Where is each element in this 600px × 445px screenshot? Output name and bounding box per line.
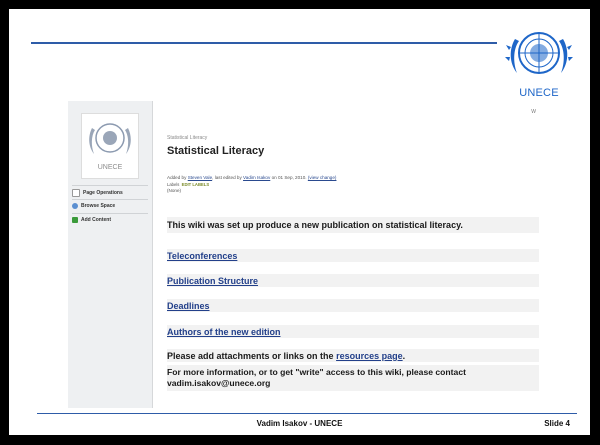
edit-labels-link[interactable]: EDIT LABELS: [182, 182, 209, 187]
contact-line-1: For more information, or to get "write" …: [167, 367, 466, 377]
attachments-prefix: Please add attachments or links on the: [167, 351, 334, 361]
labels-label: Labels: [167, 182, 180, 187]
attachments-suffix: .: [402, 351, 406, 361]
menu-divider: [72, 213, 148, 214]
title-rule: [31, 42, 497, 44]
contact-email[interactable]: vadim.isakov@unece.org: [167, 378, 466, 389]
meta-edited-label: , last edited by: [212, 175, 242, 180]
view-change-link[interactable]: (view change): [308, 175, 337, 180]
un-emblem-logo: UNECE: [501, 19, 577, 101]
breadcrumb[interactable]: Statistical Literacy: [167, 135, 207, 141]
contact-text: For more information, or to get "write" …: [167, 367, 466, 389]
link-teleconferences[interactable]: Teleconferences: [167, 251, 237, 261]
un-logo-caption: UNECE: [519, 87, 559, 99]
link-deadlines[interactable]: Deadlines: [167, 301, 210, 311]
wiki-content: Statistical Literacy Statistical Literac…: [167, 101, 539, 408]
wiki-logo-caption: UNECE: [97, 164, 123, 171]
wiki-screenshot: W UNECE Page Operations Browse Space Add…: [68, 101, 539, 408]
resources-page-link[interactable]: resources page: [336, 351, 403, 361]
sidebar-item-label: Page Operations: [83, 190, 123, 196]
page-icon: [72, 189, 80, 197]
labels-value: (None): [167, 188, 182, 193]
meta-added-by-label: Added by: [167, 175, 187, 180]
link-authors[interactable]: Authors of the new edition: [167, 327, 281, 337]
labels-line: Labels EDIT LABELS: [167, 182, 209, 187]
editor-link[interactable]: Vadim Isakov: [243, 175, 270, 180]
footer-rule: [37, 413, 577, 414]
plus-icon: [72, 217, 78, 223]
attachments-text: Please add attachments or links on the r…: [167, 351, 405, 361]
footer-author: Vadim Isakov - UNECE: [256, 419, 343, 428]
intro-text: This wiki was set up produce a new publi…: [167, 220, 463, 230]
sidebar-item-add-content[interactable]: Add Content: [72, 217, 150, 223]
menu-divider: [72, 185, 148, 186]
menu-divider: [72, 199, 148, 200]
slide-number: Slide 4: [544, 419, 570, 428]
sidebar-item-label: Browse Space: [81, 203, 116, 209]
link-publication-structure[interactable]: Publication Structure: [167, 276, 258, 286]
slide: UNECE W UNECE Page Operations Browse Spa…: [9, 9, 590, 435]
author-link[interactable]: Steven Vale: [188, 175, 212, 180]
page-title: Statistical Literacy: [167, 145, 265, 157]
row-band: [167, 299, 539, 312]
meta-date: on 01 Sep, 2010.: [271, 175, 307, 180]
sidebar-item-page-operations[interactable]: Page Operations: [72, 189, 150, 197]
wiki-logo: UNECE: [81, 113, 139, 179]
wiki-sidebar: UNECE Page Operations Browse Space Add C…: [68, 101, 153, 408]
sidebar-item-label: Add Content: [81, 217, 111, 223]
page-metadata: Added by Steven Vale, last edited by Vad…: [167, 175, 336, 180]
sidebar-item-browse-space[interactable]: Browse Space: [72, 203, 150, 209]
globe-icon: [72, 203, 78, 209]
